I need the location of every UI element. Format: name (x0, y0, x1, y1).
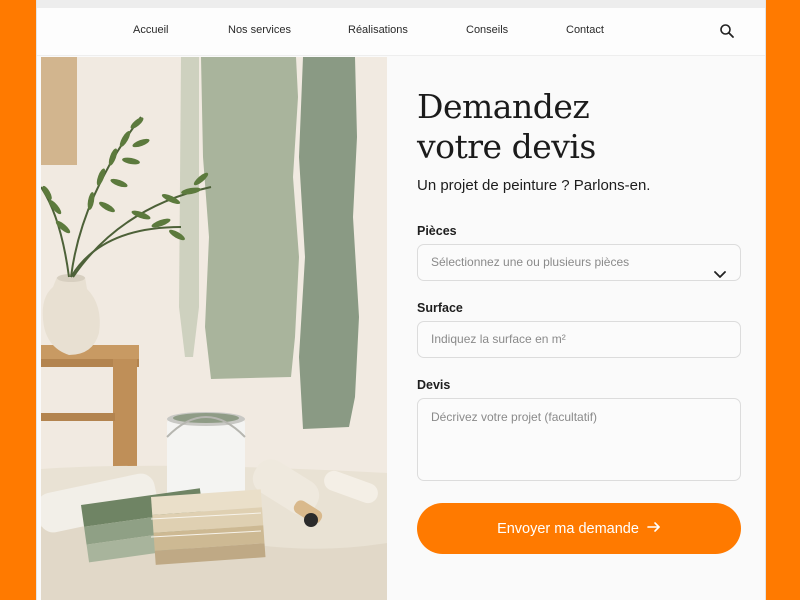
nav-item-accueil[interactable]: Accueil (133, 24, 168, 36)
browser-top-strip (37, 0, 765, 8)
page-title: Demandez votre devis (417, 87, 717, 167)
hero-image-painting-supplies (41, 57, 387, 600)
nav-item-contact[interactable]: Contact (566, 24, 604, 36)
surface-label: Surface (417, 301, 463, 315)
chevron-down-icon (714, 258, 726, 278)
arrow-right-icon (647, 520, 661, 537)
pieces-select-placeholder: Sélectionnez une ou plusieurs pièces (431, 255, 630, 269)
quote-form-panel: Demandez votre devis Un projet de peintu… (417, 57, 757, 600)
page-subtitle: Un projet de peinture ? Parlons-en. (417, 177, 651, 194)
devis-label: Devis (417, 378, 451, 392)
page-frame: Accueil Nos services Réalisations Consei… (36, 0, 766, 600)
devis-textarea[interactable]: Décrivez votre projet (facultatif) (417, 398, 741, 481)
surface-input[interactable]: Indiquez la surface en m² (417, 321, 741, 358)
nav-item-nos-services[interactable]: Nos services (228, 24, 291, 36)
page-title-line-1: Demandez (417, 87, 590, 126)
submit-button-label: Envoyer ma demande (497, 520, 639, 537)
nav-item-conseils[interactable]: Conseils (466, 24, 508, 36)
submit-button[interactable]: Envoyer ma demande (417, 503, 741, 554)
devis-textarea-placeholder: Décrivez votre projet (facultatif) (431, 410, 598, 424)
top-navigation: Accueil Nos services Réalisations Consei… (37, 8, 765, 56)
search-icon[interactable] (719, 23, 735, 39)
surface-input-placeholder: Indiquez la surface en m² (431, 332, 566, 346)
page-title-line-2: votre devis (417, 127, 596, 166)
pieces-select[interactable]: Sélectionnez une ou plusieurs pièces (417, 244, 741, 281)
nav-item-realisations[interactable]: Réalisations (348, 24, 408, 36)
pieces-label: Pièces (417, 224, 457, 238)
